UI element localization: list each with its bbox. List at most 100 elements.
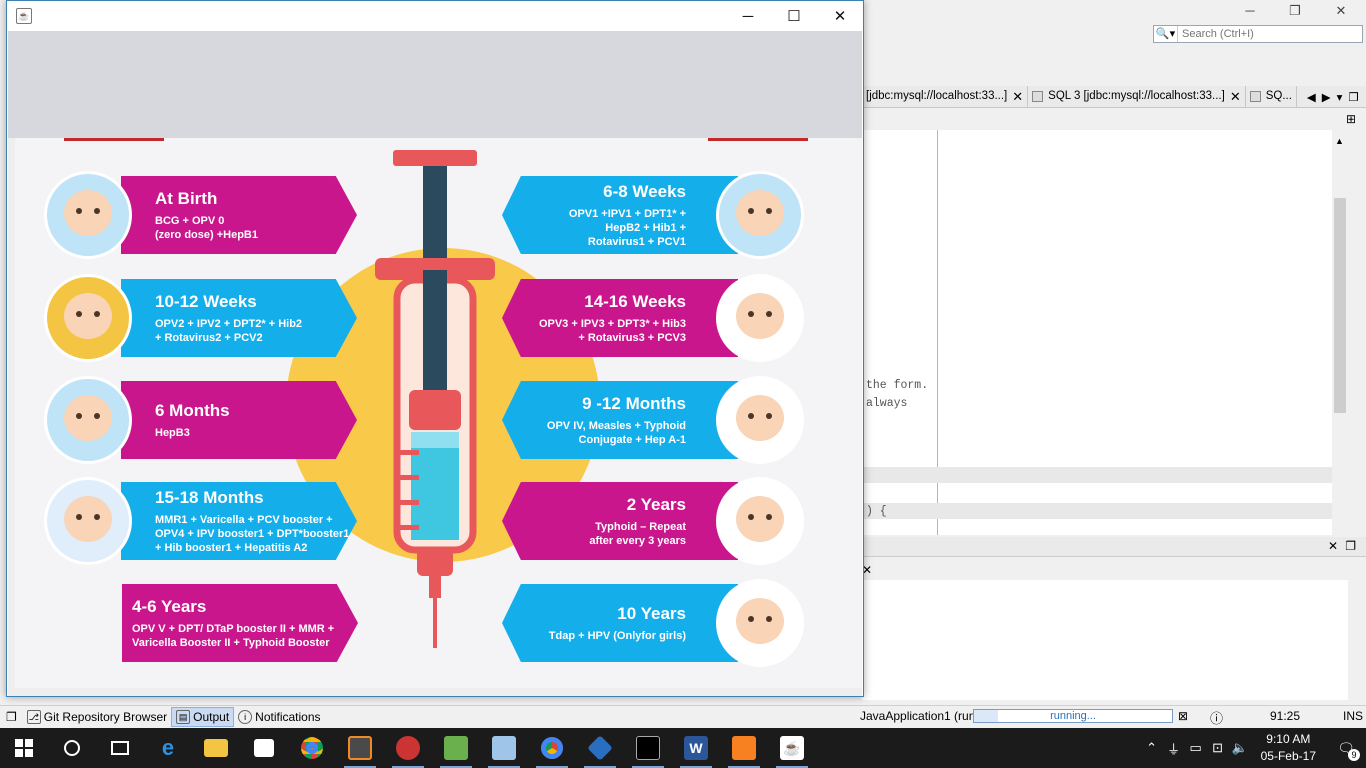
schedule-title: 9 -12 Months [582, 393, 686, 413]
window-content: At Birth BCG + OPV 0 (zero dose) +HepB1 10… [8, 31, 862, 696]
task-view-icon[interactable] [96, 728, 144, 768]
vaccination-schedule-image: At Birth BCG + OPV 0 (zero dose) +HepB1 10… [15, 138, 862, 688]
minimize-button[interactable]: ─ [725, 1, 771, 31]
xampp-icon[interactable] [720, 728, 768, 768]
eye [748, 616, 754, 622]
schedule-title: 14-16 Weeks [584, 291, 686, 311]
run-status: JavaApplication1 (run) [860, 709, 980, 723]
restore-icon[interactable]: ❐ [0, 710, 23, 724]
action-center-icon[interactable]: 🗨 9 [1326, 740, 1366, 761]
app-icon[interactable] [432, 728, 480, 768]
output-header: ✕ ❐ [862, 537, 1366, 557]
usb-icon[interactable]: ⏚ [1163, 739, 1185, 758]
package-icon[interactable] [480, 728, 528, 768]
baby-face [64, 293, 112, 339]
ide-close-button[interactable]: ✕ [1318, 0, 1364, 22]
close-icon[interactable]: ✕ [1328, 539, 1338, 553]
progress-bar: running... [973, 709, 1173, 723]
maximize-button[interactable]: ☐ [771, 1, 817, 31]
split-icon[interactable]: ⊞ [1346, 112, 1356, 126]
schedule-title: 10-12 Weeks [155, 291, 257, 311]
edge-icon[interactable]: e [144, 728, 192, 768]
java-app-window: ☕ ─ ☐ ✕ At Birth BCG + OPV 0 (zero dose)… [6, 0, 864, 697]
eye [94, 514, 100, 520]
schedule-card-right: 9 -12 Months OPV IV, Measles + Typhoid Co… [502, 381, 738, 459]
tab-sql-truncated[interactable]: SQ... [1246, 86, 1297, 107]
schedule-card-right: 14-16 Weeks OPV3 + IPV3 + DPT3* + Hib3 + … [502, 279, 738, 357]
taskbar-time: 9:10 AM [1266, 732, 1311, 746]
notifications-label: Notifications [255, 709, 321, 724]
search-input[interactable] [1178, 28, 1358, 40]
search-icon[interactable]: 🔍▾ [1154, 26, 1178, 42]
eye [748, 208, 754, 214]
volume-icon[interactable]: 🔈 [1229, 740, 1251, 756]
store-icon[interactable] [240, 728, 288, 768]
start-icon[interactable] [0, 728, 48, 768]
word-icon[interactable]: W [672, 728, 720, 768]
schedule-card-right: 6-8 Weeks OPV1 +IPV1 + DPT1* + HepB2 + Hi… [502, 176, 738, 254]
cortana-icon[interactable] [48, 728, 96, 768]
tool-icon[interactable] [384, 728, 432, 768]
syringe-illustration [375, 150, 495, 648]
terminal-icon[interactable] [624, 728, 672, 768]
baby-illustration [47, 174, 129, 256]
tab-sql-3[interactable]: SQL 3 [jdbc:mysql://localhost:33...] ✕ [1028, 86, 1246, 107]
code-line: the form. [866, 379, 929, 392]
output-area[interactable] [862, 580, 1348, 700]
sublime-icon[interactable] [336, 728, 384, 768]
baby-illustration [719, 480, 801, 562]
close-icon[interactable]: ✕ [1012, 86, 1023, 107]
tab-prev-icon[interactable]: ◀ [1307, 90, 1316, 104]
battery-icon[interactable]: ▭ [1185, 740, 1207, 756]
close-icon[interactable]: ✕ [1230, 86, 1241, 107]
java-icon[interactable]: ☕ [768, 728, 816, 768]
eye [76, 514, 82, 520]
info-icon[interactable]: ⓘ [1210, 708, 1223, 727]
progress-text: running... [1050, 710, 1096, 722]
file-explorer-icon[interactable] [192, 728, 240, 768]
schedule-title: 6-8 Weeks [603, 181, 686, 201]
baby-illustration [719, 379, 801, 461]
eye [94, 208, 100, 214]
schedule-card-right: 10 Years Tdap + HPV (Onlyfor girls) [502, 584, 738, 662]
git-repository-browser-tab[interactable]: ⎇ Git Repository Browser [23, 707, 171, 727]
network-icon[interactable]: ⊡ [1207, 740, 1229, 756]
baby-illustration [719, 277, 801, 359]
notifications-tab[interactable]: i Notifications [234, 707, 324, 727]
close-button[interactable]: ✕ [817, 1, 863, 31]
chevron-up-icon[interactable]: ⌃ [1141, 740, 1163, 756]
java-icon: ☕ [16, 8, 32, 24]
scrollbar-thumb[interactable] [1334, 198, 1346, 413]
eye [94, 311, 100, 317]
info-icon: i [238, 709, 253, 724]
schedule-vaccines: OPV3 + IPV3 + DPT3* + Hib3 + Rotavirus3 … [538, 317, 686, 344]
editor-scrollbar[interactable]: ▲ [1332, 130, 1348, 535]
window-title-bar[interactable]: ☕ ─ ☐ ✕ [7, 1, 863, 31]
restore-icon[interactable]: ❐ [1348, 90, 1358, 104]
tab-list-icon[interactable]: ▾ [1337, 90, 1343, 104]
tab-jdbc-1[interactable]: [jdbc:mysql://localhost:33...] ✕ [862, 86, 1029, 107]
schedule-vaccines: OPV V + DPT/ DTaP booster II + MMR + Var… [132, 622, 335, 649]
git-icon[interactable] [576, 728, 624, 768]
editor-tab-bar: [jdbc:mysql://localhost:33...] ✕ SQL 3 [… [862, 86, 1366, 108]
search-box[interactable]: 🔍▾ [1153, 25, 1363, 43]
chrome-icon[interactable] [288, 728, 336, 768]
eye [76, 413, 82, 419]
decorative-strip [64, 138, 164, 141]
restore-icon[interactable]: ❐ [1345, 539, 1356, 553]
system-tray: ⌃ ⏚ ▭ ⊡ 🔈 9:10 AM 05-Feb-17 🗨 9 [1141, 728, 1366, 768]
eye [748, 413, 754, 419]
output-tab[interactable]: ▤ Output [171, 706, 235, 727]
ide-restore-button[interactable]: ❐ [1272, 0, 1318, 22]
db-icon [1032, 91, 1044, 102]
cancel-task-icon[interactable]: ⊠ [1178, 709, 1188, 723]
schedule-vaccines: HepB3 [155, 426, 190, 439]
code-editor[interactable]: the form. always ) { [862, 130, 1332, 535]
schedule-title: 2 Years [626, 494, 686, 514]
ide-minimize-button[interactable]: ─ [1227, 0, 1273, 22]
baby-face [736, 496, 784, 542]
scroll-up-icon[interactable]: ▲ [1335, 136, 1344, 146]
tab-next-icon[interactable]: ▶ [1322, 90, 1331, 104]
taskbar-clock[interactable]: 9:10 AM 05-Feb-17 [1251, 731, 1326, 765]
chrome-icon[interactable] [528, 728, 576, 768]
